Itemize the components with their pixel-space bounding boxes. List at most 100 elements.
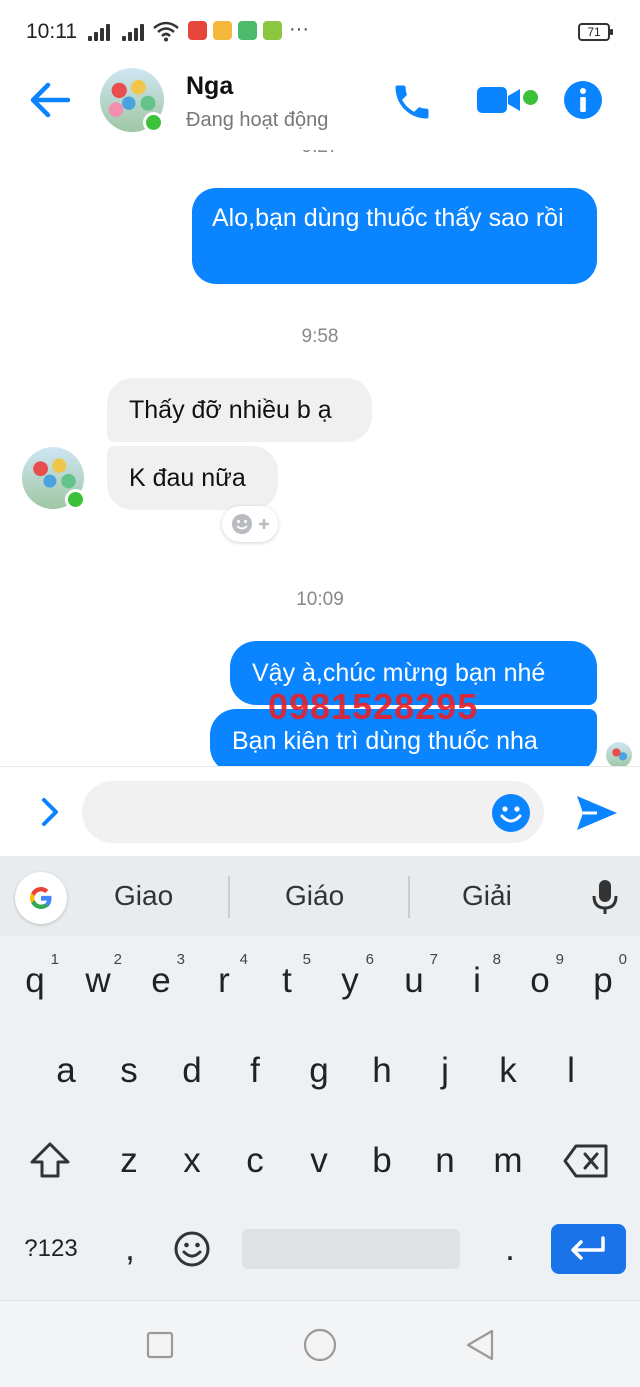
key-u[interactable]: u7 <box>384 946 444 1016</box>
key-r[interactable]: r4 <box>194 946 254 1016</box>
message-bubble-incoming[interactable]: Thấy đỡ nhiều b ạ <box>107 378 372 442</box>
key-label: n <box>435 1141 455 1180</box>
key-label: y <box>341 961 359 1000</box>
key-h[interactable]: h <box>352 1036 412 1106</box>
key-hint: 6 <box>365 951 374 968</box>
period-key[interactable]: . <box>480 1214 540 1284</box>
key-o[interactable]: o9 <box>510 946 570 1016</box>
google-logo-icon <box>30 887 52 909</box>
battery-icon: 71 <box>578 23 613 41</box>
key-hint: 9 <box>555 951 564 968</box>
key-label: z <box>120 1141 138 1180</box>
key-s[interactable]: s <box>99 1036 159 1106</box>
key-w[interactable]: w2 <box>68 946 128 1016</box>
info-icon[interactable] <box>563 80 603 120</box>
key-k[interactable]: k <box>478 1036 538 1106</box>
backspace-key[interactable] <box>556 1126 616 1196</box>
online-indicator <box>65 489 86 510</box>
signal-icon-1 <box>88 24 112 41</box>
key-label: k <box>499 1051 517 1090</box>
key-hint: 3 <box>176 951 185 968</box>
phone-number-watermark: 0981528295 <box>268 686 479 727</box>
message-composer <box>0 766 640 857</box>
video-active-dot <box>523 90 538 105</box>
shift-icon <box>30 1142 70 1178</box>
key-label: i <box>473 961 481 1000</box>
message-text: Vậy à,chúc mừng bạn nhé <box>252 659 546 687</box>
nav-home-icon[interactable] <box>302 1327 338 1363</box>
emoji-key[interactable] <box>162 1214 222 1284</box>
key-m[interactable]: m <box>478 1126 538 1196</box>
key-v[interactable]: v <box>289 1126 349 1196</box>
key-label: r <box>218 961 230 1000</box>
timestamp: 10:09 <box>296 589 344 610</box>
key-label: f <box>250 1051 260 1090</box>
notification-app-icon-2 <box>213 21 232 40</box>
nav-back-icon[interactable] <box>464 1329 496 1361</box>
key-d[interactable]: d <box>162 1036 222 1106</box>
key-e[interactable]: e3 <box>131 946 191 1016</box>
key-hint: 8 <box>492 951 501 968</box>
key-label: o <box>530 961 550 1000</box>
message-bubble-outgoing[interactable]: Alo,bạn dùng thuốc thấy sao rồi <box>192 188 597 284</box>
send-icon[interactable] <box>575 793 619 833</box>
contact-name[interactable]: Nga <box>186 72 233 101</box>
space-key[interactable] <box>242 1229 460 1269</box>
key-n[interactable]: n <box>415 1126 475 1196</box>
timestamp: 9:27 <box>0 150 640 158</box>
mic-icon[interactable] <box>590 878 620 916</box>
keyboard: Giao Giáo Giải q1 w2 e3 r4 t5 y6 u7 i8 o… <box>0 856 640 1300</box>
enter-key[interactable] <box>551 1224 626 1274</box>
key-label: m <box>493 1141 523 1180</box>
key-label: w <box>85 961 111 1000</box>
message-list[interactable]: 9:27 Alo,bạn dùng thuốc thấy sao rồi 9:5… <box>0 150 640 766</box>
message-text: Alo,bạn dùng thuốc thấy sao rồi <box>212 204 564 232</box>
symbols-key[interactable]: ?123 <box>16 1214 86 1284</box>
nav-recent-icon[interactable] <box>146 1331 174 1359</box>
key-a[interactable]: a <box>36 1036 96 1106</box>
suggestion-item[interactable]: Giải <box>462 880 512 912</box>
key-label: b <box>372 1141 392 1180</box>
shift-key[interactable] <box>20 1126 80 1196</box>
key-l[interactable]: l <box>541 1036 601 1106</box>
key-hint: 5 <box>302 951 311 968</box>
suggestion-item[interactable]: Giao <box>114 880 173 912</box>
key-t[interactable]: t5 <box>257 946 317 1016</box>
divider <box>228 876 230 918</box>
key-c[interactable]: c <box>225 1126 285 1196</box>
key-label: v <box>310 1141 328 1180</box>
emoji-key-icon <box>174 1231 210 1267</box>
chevron-right-icon[interactable] <box>36 795 64 829</box>
key-i[interactable]: i8 <box>447 946 507 1016</box>
key-g[interactable]: g <box>289 1036 349 1106</box>
wifi-icon <box>153 21 179 42</box>
key-label: h <box>372 1051 392 1090</box>
message-text: Thấy đỡ nhiều b ạ <box>129 396 332 424</box>
key-x[interactable]: x <box>162 1126 222 1196</box>
key-f[interactable]: f <box>225 1036 285 1106</box>
battery-level: 71 <box>587 25 601 39</box>
emoji-icon[interactable] <box>491 793 531 833</box>
key-label: e <box>151 961 171 1000</box>
video-icon[interactable] <box>476 84 522 116</box>
key-z[interactable]: z <box>99 1126 159 1196</box>
key-label: a <box>56 1051 76 1090</box>
key-j[interactable]: j <box>415 1036 475 1106</box>
suggestion-item[interactable]: Giáo <box>285 880 344 912</box>
notification-app-icon-4 <box>263 21 282 40</box>
key-y[interactable]: y6 <box>320 946 380 1016</box>
signal-icon-2 <box>122 24 146 41</box>
key-b[interactable]: b <box>352 1126 412 1196</box>
key-label: p <box>593 961 613 1000</box>
google-icon[interactable] <box>15 872 67 924</box>
phone-icon[interactable] <box>390 80 434 124</box>
back-arrow-icon[interactable] <box>28 80 72 120</box>
add-reaction-button[interactable] <box>222 506 278 542</box>
contact-status: Đang hoạt động <box>186 109 329 131</box>
key-p[interactable]: p0 <box>573 946 633 1016</box>
message-input[interactable] <box>82 781 544 843</box>
message-text: K đau nữa <box>129 464 246 492</box>
key-q[interactable]: q1 <box>5 946 65 1016</box>
comma-key[interactable]: , <box>100 1214 160 1284</box>
message-bubble-incoming[interactable]: K đau nữa <box>107 446 278 510</box>
